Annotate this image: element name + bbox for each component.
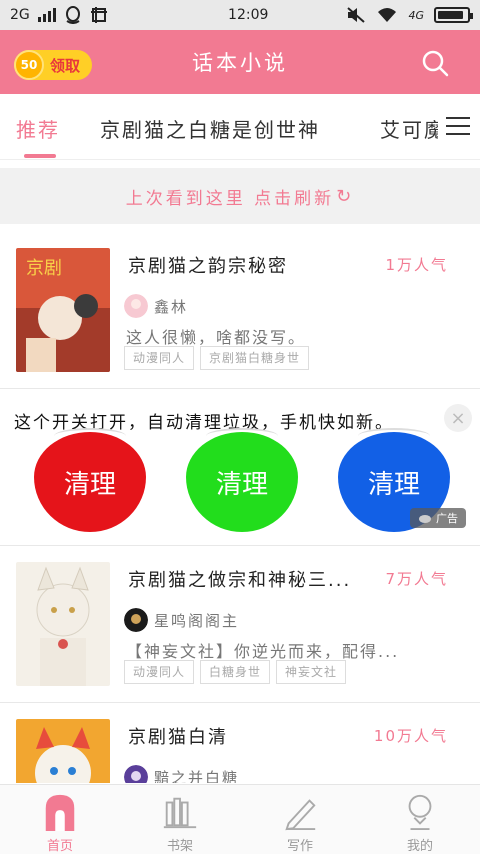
- nav-bookshelf-label: 书架: [166, 839, 193, 854]
- tab-recommend[interactable]: 推荐: [16, 114, 60, 143]
- author-row: 星鸣阁阁主: [124, 608, 239, 632]
- nav-bookshelf[interactable]: 书架: [120, 785, 240, 854]
- home-icon: [45, 794, 75, 831]
- book-cover: [16, 562, 110, 686]
- ad-label: 广告: [436, 512, 458, 525]
- app-header: 50 领取 话本小说: [0, 30, 480, 94]
- mute-icon: [347, 7, 366, 23]
- tag-list: 动漫同人 京剧猫白糖身世: [124, 346, 310, 370]
- nav-profile-label: 我的: [406, 839, 433, 854]
- book-title: 京剧猫之韵宗秘密: [128, 256, 288, 277]
- author-row: 黯之并白糖: [124, 765, 239, 783]
- signal-label: 4G: [408, 8, 424, 22]
- claim-label: 领取: [50, 56, 81, 75]
- book-tag[interactable]: 动漫同人: [124, 660, 195, 684]
- book-popularity: 7万人气: [385, 570, 448, 588]
- author-name: 鑫林: [154, 297, 189, 316]
- book-cover: [16, 719, 110, 783]
- book-item[interactable]: 京剧猫白清 10万人气 黯之并白糖: [0, 703, 480, 783]
- book-tag[interactable]: 动漫同人: [124, 346, 195, 370]
- ad-badge: 广告: [410, 508, 466, 528]
- ad-clean-button[interactable]: 清理: [186, 428, 298, 532]
- book-tag[interactable]: 神妄文社: [276, 660, 347, 684]
- network-type: 2G: [10, 7, 30, 23]
- tab-jingjumao[interactable]: 京剧猫之白糖是创世神: [100, 114, 320, 143]
- author-avatar: [124, 294, 148, 318]
- book-item[interactable]: 京剧 京剧猫之韵宗秘密 1万人气 鑫林 这人很懒，啥都没写。 动漫同人 京剧猫白…: [0, 232, 480, 387]
- active-tab-indicator: [24, 154, 56, 158]
- screenshot-icon: [90, 7, 107, 23]
- nav-write-label: 写作: [286, 839, 313, 854]
- book-title: 京剧猫白清: [128, 727, 228, 748]
- book-popularity: 1万人气: [385, 256, 448, 274]
- book-tag[interactable]: 白糖身世: [200, 660, 271, 684]
- resume-text: 上次看到这里 点击刷新: [125, 188, 335, 209]
- book-tag[interactable]: 京剧猫白糖身世: [200, 346, 310, 370]
- nav-home-label: 首页: [46, 839, 73, 854]
- book-description: 这人很懒，啥都没写。: [126, 328, 307, 347]
- author-name: 星鸣阁阁主: [154, 611, 240, 630]
- wifi-icon: [378, 8, 397, 22]
- status-bar: 2G 12:09 4G: [0, 0, 480, 30]
- close-icon[interactable]: ×: [444, 404, 472, 432]
- divider: [0, 388, 480, 389]
- book-popularity: 10万人气: [373, 727, 448, 745]
- profile-icon: [408, 794, 432, 831]
- clock: 12:09: [228, 7, 269, 23]
- author-avatar: [124, 608, 148, 632]
- turtle-icon: [419, 515, 431, 523]
- book-description: 【神妄文社】你逆光而来，配得...: [126, 642, 400, 661]
- svg-text:京剧: 京剧: [26, 258, 62, 279]
- search-icon[interactable]: [420, 48, 450, 78]
- menu-icon[interactable]: [438, 108, 480, 144]
- nav-home[interactable]: 首页: [0, 785, 120, 854]
- battery-icon: [434, 7, 473, 23]
- penguin-icon: [65, 6, 80, 24]
- author-name: 黯之并白糖: [154, 768, 240, 784]
- bookshelf-icon: [163, 797, 197, 829]
- book-title: 京剧猫之做宗和神秘三...: [128, 570, 352, 591]
- nav-profile[interactable]: 我的: [360, 785, 480, 854]
- claim-coins-button[interactable]: 50 领取: [14, 50, 92, 80]
- coin-icon: 50: [14, 50, 44, 80]
- book-cover: 京剧: [16, 248, 110, 372]
- resume-refresh-banner[interactable]: 上次看到这里 点击刷新 ↻: [0, 168, 480, 224]
- ad-banner[interactable]: 这个开关打开，自动清理垃圾，手机快如新。 × 清理 清理 清理 广告: [0, 390, 480, 545]
- author-avatar: [124, 765, 148, 783]
- bottom-navigation: 首页 书架 写作 我的: [0, 784, 480, 854]
- book-item[interactable]: 京剧猫之做宗和神秘三... 7万人气 星鸣阁阁主 【神妄文社】你逆光而来，配得.…: [0, 546, 480, 701]
- signal-icon: [37, 8, 56, 22]
- tag-list: 动漫同人 白糖身世 神妄文社: [124, 660, 347, 684]
- refresh-icon: ↻: [336, 185, 355, 207]
- ad-clean-button[interactable]: 清理: [34, 428, 146, 532]
- tab-aikemo[interactable]: 艾可魔: [380, 114, 446, 143]
- nav-write[interactable]: 写作: [240, 785, 360, 854]
- author-row: 鑫林: [124, 294, 188, 318]
- category-tabs: 推荐 京剧猫之白糖是创世神 艾可魔: [0, 94, 480, 160]
- pen-icon: [285, 799, 316, 831]
